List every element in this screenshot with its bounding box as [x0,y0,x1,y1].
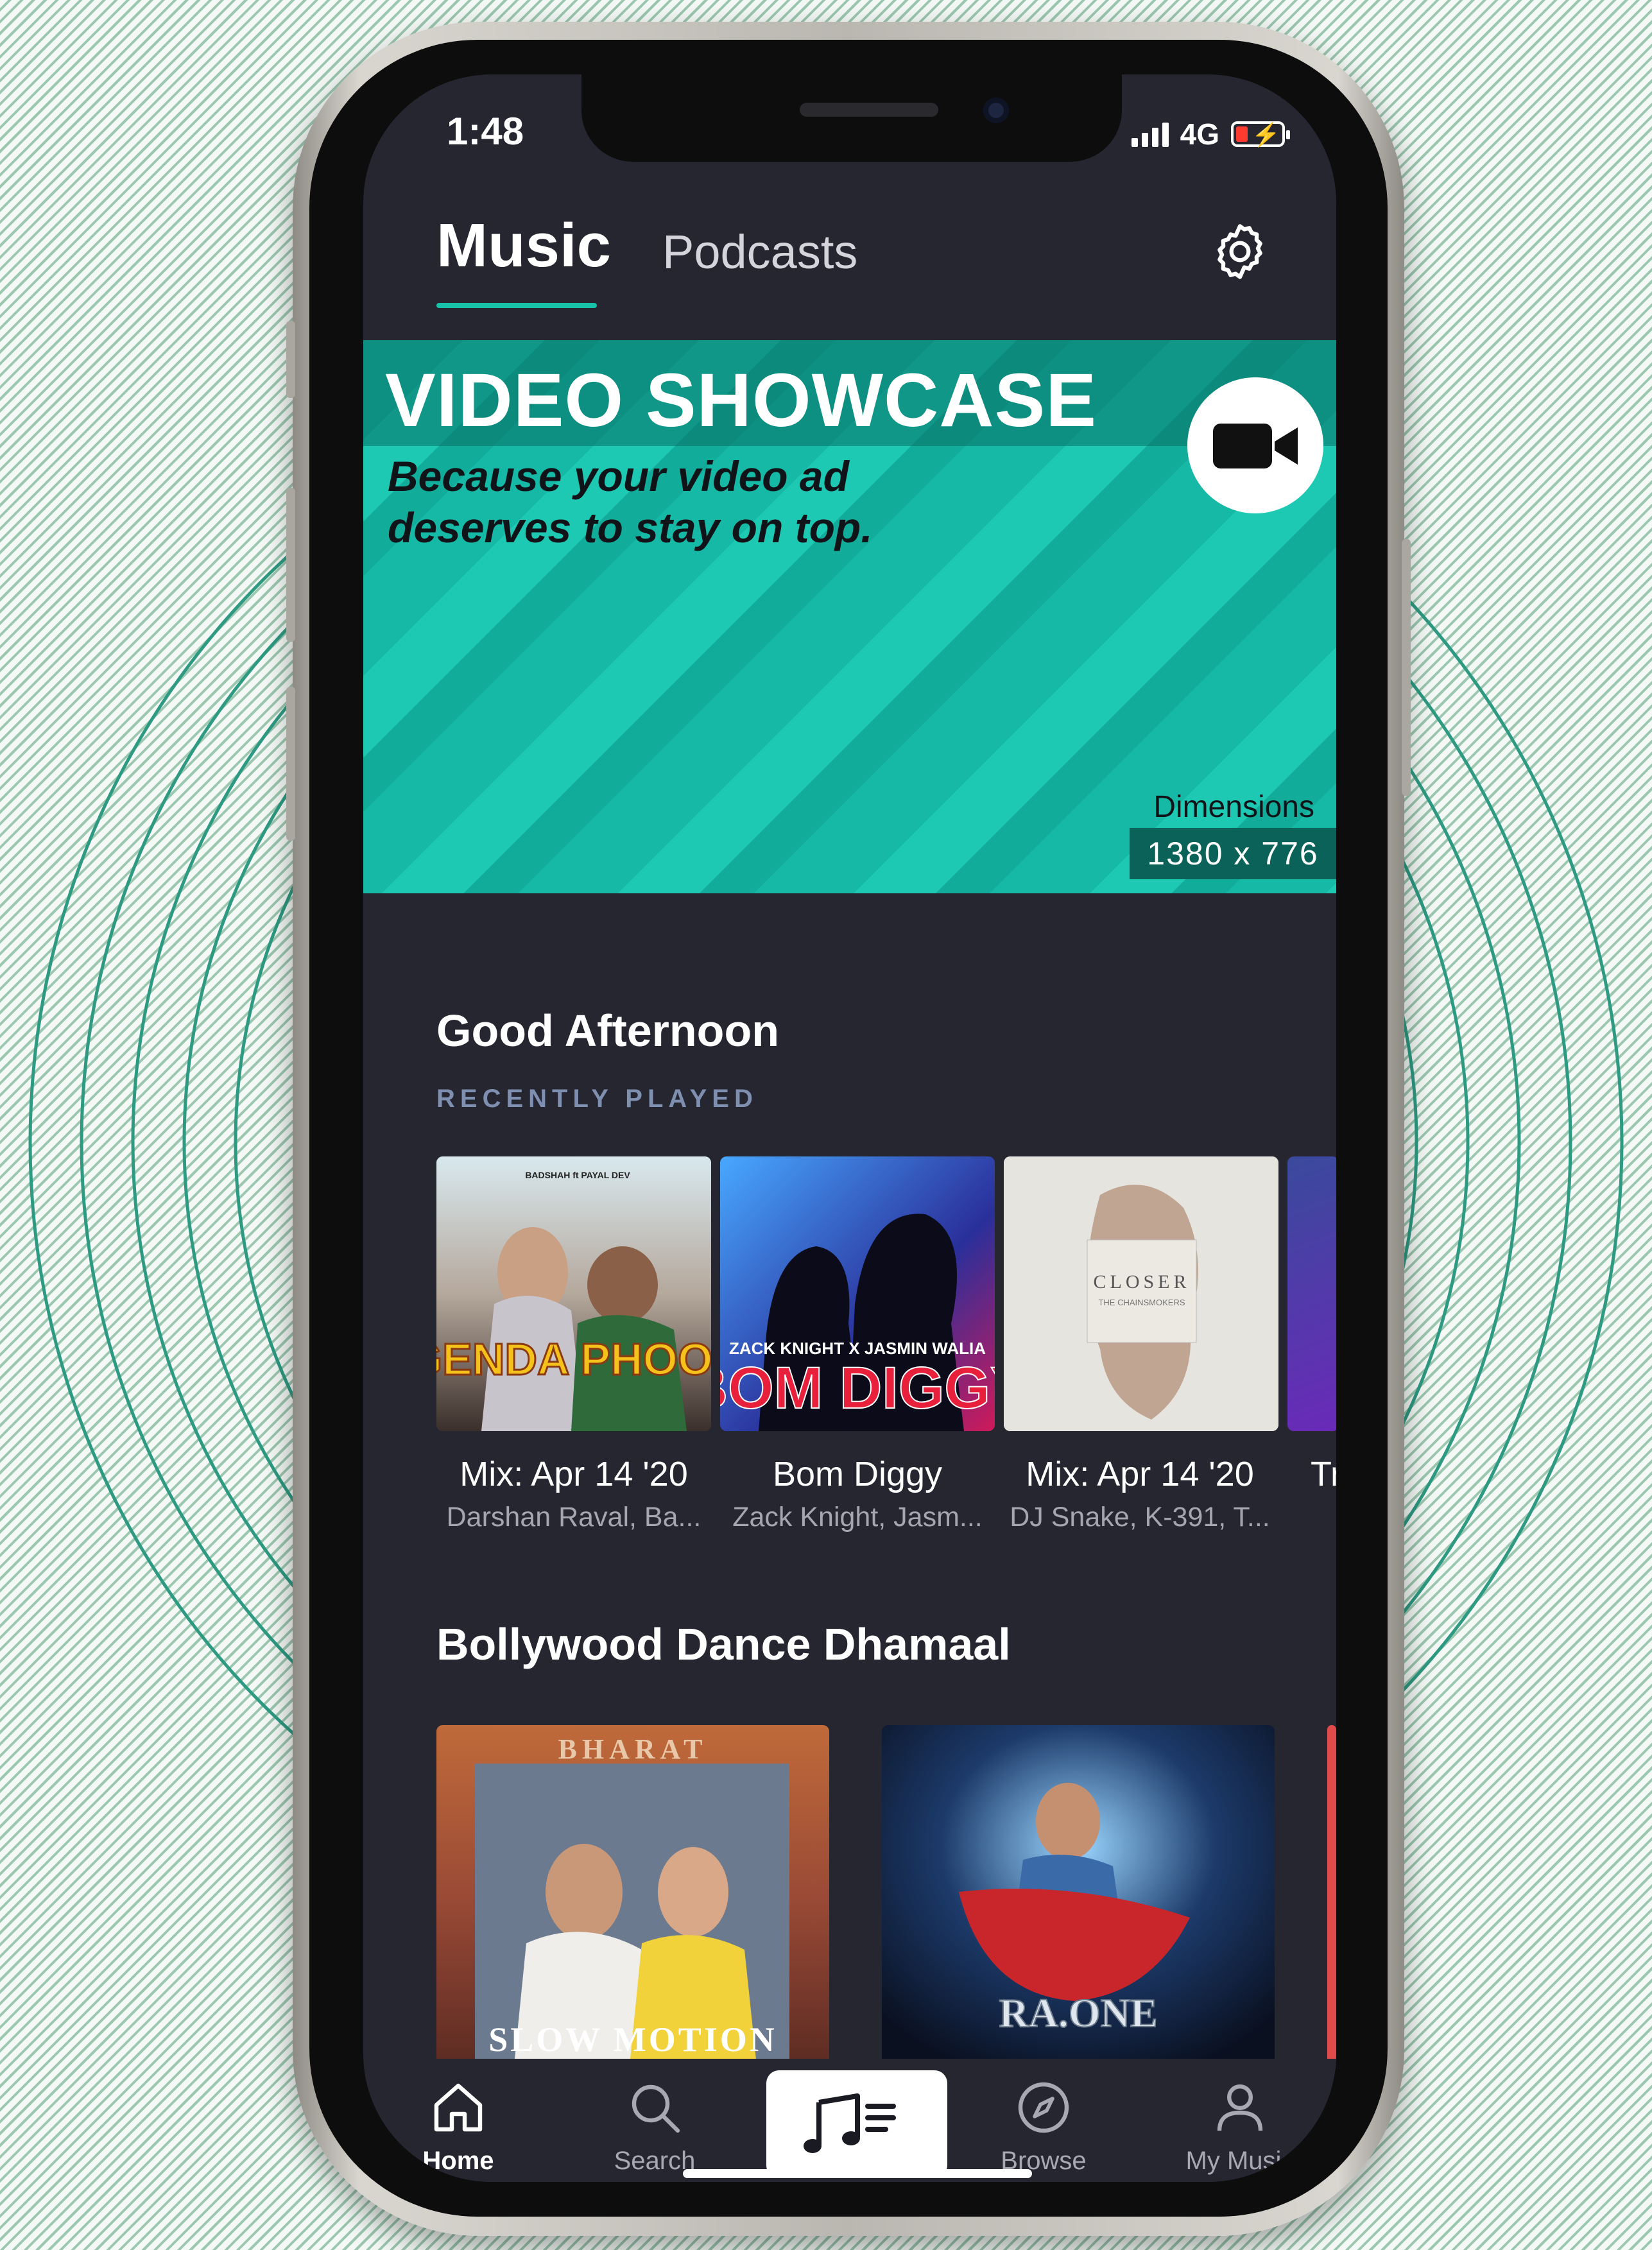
art-text: RA.ONE [999,1990,1157,2036]
banner-subtitle-line2: deserves to stay on top. [388,504,873,551]
video-showcase-banner[interactable]: VIDEO SHOWCASE Because your video ad des… [363,340,1336,893]
banner-title: VIDEO SHOWCASE [385,358,1097,443]
tab-podcasts[interactable]: Podcasts [662,225,857,279]
phone-screen: 1:48 4G ⚡ Music Podcasts VIDEO SHOWCASE … [363,74,1336,2182]
nav-label: My Music [1185,2147,1295,2175]
nav-my-music[interactable]: My Music [1169,2077,1311,2176]
card-subtitle: DJ Snake, K-391, T... [1010,1502,1270,1533]
card-title: Mix: Apr 14 '20 [460,1455,688,1493]
notch [581,74,1122,162]
album-art-genda-phool[interactable]: GENDA PHOOL BADSHAH ft PAYAL DEV [436,1156,711,1431]
art-text: SLOW MOTION [488,2020,777,2059]
home-icon [434,2083,483,2132]
active-tab-indicator [436,303,597,308]
album-art-partial[interactable] [1327,1725,1336,2072]
signal-icon [1131,121,1169,147]
art-text: CLOSER [1093,1271,1190,1292]
search-icon [632,2084,680,2133]
dimensions-value: 1380 x 776 [1130,828,1336,879]
art-text: GENDA PHOOL [436,1334,711,1384]
nav-search[interactable]: Search [584,2077,725,2176]
album-art-closer[interactable]: CLOSER THE CHAINSMOKERS [1004,1156,1278,1431]
network-type: 4G [1180,117,1219,151]
playlist-heading: Bollywood Dance Dhamaal [436,1619,1011,1669]
status-indicators: 4G ⚡ [1131,117,1290,151]
compass-icon [1018,2082,1069,2133]
album-art-ra-one[interactable]: RA.ONE [882,1725,1275,2072]
power-button [1402,539,1411,796]
art-top-text: BHARAT [558,1733,708,1765]
recently-played-label: RECENTLY PLAYED [436,1085,758,1113]
banner-subtitle-line1: Because your video ad [388,452,849,500]
nav-browse[interactable]: Browse [973,2077,1114,2176]
battery-icon: ⚡ [1231,121,1290,148]
status-time: 1:48 [447,110,524,153]
card-title: Bom Diggy [772,1455,943,1493]
user-icon [1217,2084,1263,2131]
music-player-button[interactable] [766,2070,947,2178]
front-camera [983,98,1009,123]
dimensions-label: Dimensions [1153,790,1314,824]
speaker-grille [800,103,938,117]
gear-icon[interactable] [1208,219,1272,284]
art-top-text: BADSHAH ft PAYAL DEV [525,1170,630,1180]
tab-music[interactable]: Music [436,210,611,281]
music-player-icon [804,2093,896,2153]
art-text: BOM DIGGY [720,1355,995,1421]
home-indicator[interactable] [683,2169,1032,2178]
volume-down-button [286,687,295,841]
bottom-navigation: Home Search Browse My Music [363,2059,1336,2182]
art-top-text: THE CHAINSMOKERS [1098,1298,1185,1307]
mute-switch [286,321,295,398]
nav-home[interactable]: Home [388,2077,529,2176]
banner-subtitle: Because your video ad deserves to stay o… [388,451,1094,553]
card-subtitle: Zack Knight, Jasm... [732,1502,983,1533]
card-title: Tr [1311,1455,1336,1493]
video-camera-icon[interactable] [1187,377,1323,513]
volume-up-button [286,488,295,642]
album-art-bom-diggy[interactable]: ZACK KNIGHT X JASMIN WALIA BOM DIGGY [720,1156,995,1431]
album-art-bharat[interactable]: BHARAT SLOW MOTION [436,1725,829,2072]
card-subtitle: Darshan Raval, Ba... [446,1502,701,1533]
album-art-partial[interactable] [1287,1156,1336,1431]
greeting-heading: Good Afternoon [436,1006,779,1056]
card-title: Mix: Apr 14 '20 [1026,1455,1254,1493]
nav-label: Home [422,2147,494,2175]
